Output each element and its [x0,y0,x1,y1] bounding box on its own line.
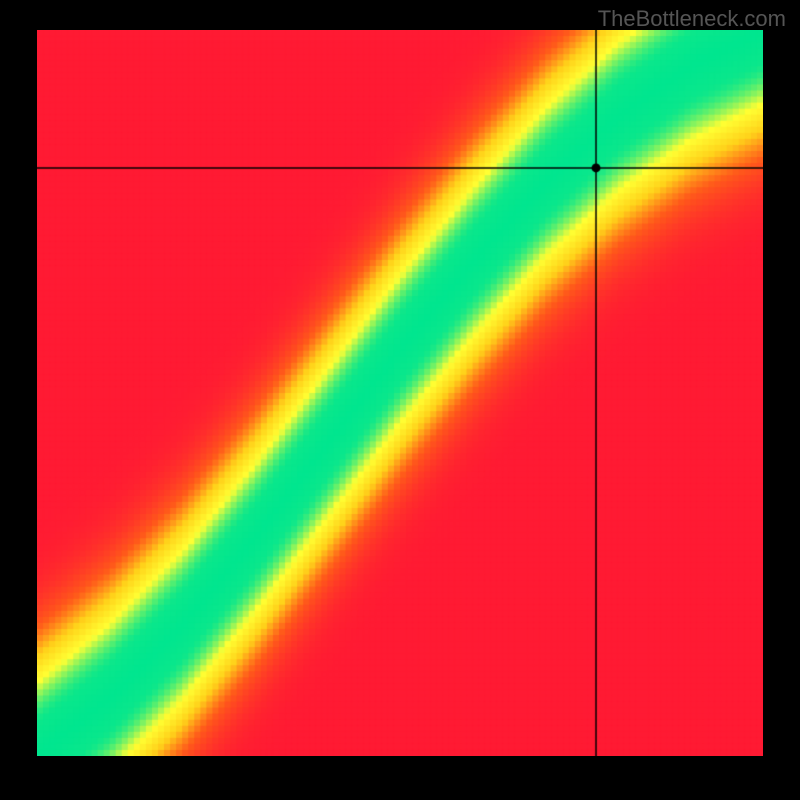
crosshair-overlay [37,30,763,756]
bottleneck-heatmap [37,30,763,756]
watermark-text: TheBottleneck.com [598,6,786,32]
